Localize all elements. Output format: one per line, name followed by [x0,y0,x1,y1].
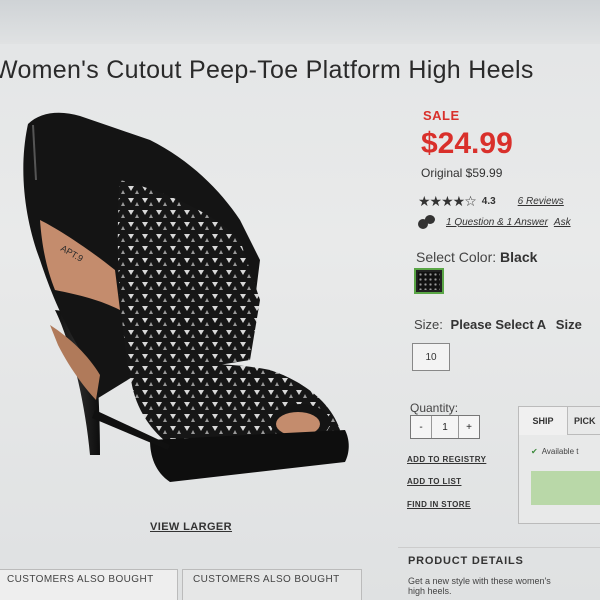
original-price: Original $59.99 [421,166,503,180]
quantity-input[interactable]: 1 [431,416,459,438]
selected-color: Black [500,249,538,265]
sale-price: $24.99 [421,127,513,160]
tab-ship[interactable]: SHIP [519,407,568,435]
details-divider [398,547,600,548]
quantity-increment-button[interactable]: + [459,416,479,438]
size-label: Size: [414,317,443,332]
tab-pickup[interactable]: PICK [568,407,600,435]
size-prompt: Please Select A [450,317,547,332]
details-line-2: high heels. [408,586,452,596]
product-image[interactable]: APT.9 [0,100,400,510]
rating-value: 4.3 [481,195,496,207]
product-details-heading: PRODUCT DETAILS [408,555,524,567]
chat-bubbles-icon [418,215,436,229]
availability-text: ✔ Available t [531,447,578,456]
size-chart-link[interactable]: Size [556,317,582,332]
size-selector-label: Size: Please Select A Size [414,317,582,332]
quantity-decrement-button[interactable]: - [411,416,431,438]
color-selector-label: Select Color: Black [416,249,537,265]
color-label: Select Color: [416,249,497,265]
fulfillment-panel: SHIP PICK ✔ Available t [518,406,600,524]
color-swatch-black[interactable] [414,268,444,294]
details-line-1: Get a new style with these women's [408,576,551,586]
star-rating-icons: ★★★★☆ [418,192,477,209]
quantity-label: Quantity: [410,401,459,415]
find-in-store-link[interactable]: FIND IN STORE [407,500,471,509]
tab-customers-also-bought-2[interactable]: CUSTOMERS ALSO BOUGHT [182,569,362,600]
questions-link[interactable]: 1 Question & 1 Answer [446,217,548,228]
product-details-text: Get a new style with these women's high … [408,576,600,596]
rating-row: ★★★★☆ 4.3 6 Reviews [418,192,564,210]
product-page: Women's Cutout Peep-Toe Platform High He… [0,0,600,600]
checkmark-icon: ✔ [531,447,538,456]
tab-customers-also-bought-1[interactable]: CUSTOMERS ALSO BOUGHT [0,569,178,600]
size-option-10[interactable]: 10 [412,343,450,371]
sale-label: SALE [423,108,460,123]
browser-top-edge [0,0,600,44]
add-to-cart-button[interactable] [531,471,600,505]
quantity-stepper: - 1 + [410,415,480,439]
qa-row: 1 Question & 1 Answer Ask [418,213,571,231]
view-larger-link[interactable]: VIEW LARGER [150,521,232,533]
ask-question-link[interactable]: Ask [554,217,571,228]
product-title: Women's Cutout Peep-Toe Platform High He… [0,56,534,84]
availability-label: Available t [541,447,579,456]
reviews-link[interactable]: 6 Reviews [518,196,564,207]
add-to-list-link[interactable]: ADD TO LIST [407,477,461,486]
add-to-registry-link[interactable]: ADD TO REGISTRY [407,455,486,464]
swatch-pattern [418,272,440,290]
